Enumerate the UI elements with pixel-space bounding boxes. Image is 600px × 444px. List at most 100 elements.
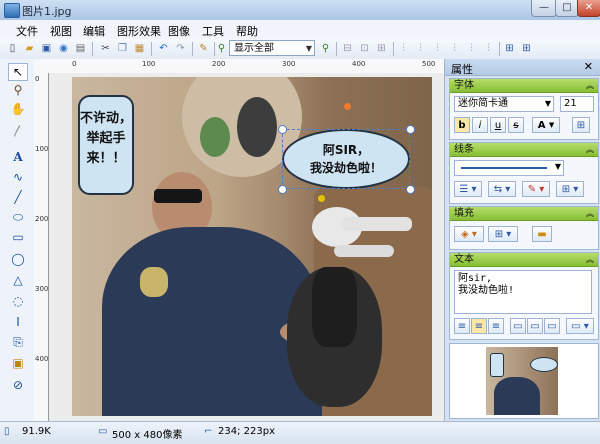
close-button[interactable]: ✕ [577, 0, 600, 17]
valign-top-button[interactable]: ▭ [510, 318, 526, 334]
toolbar-separator [499, 42, 500, 56]
fill-color-button[interactable]: ◈ ▾ [454, 226, 484, 242]
tail-handle[interactable] [318, 195, 325, 202]
magnifier-icon[interactable]: ⚲ [9, 82, 27, 98]
properties-panel: 属性 ✕ 字体 ︽ 迷你简卡通 ▼ 21 b i u s A ▼ ⊞ 线条 ︽ ▼ ☰… [444, 59, 600, 421]
align-left-icon[interactable]: ⫶ [396, 41, 411, 56]
menu-image[interactable]: 图像 [168, 23, 190, 39]
bold-button[interactable]: b [454, 117, 470, 133]
background-person [237, 97, 277, 157]
valign-middle-button[interactable]: ▭ [527, 318, 543, 334]
print-icon[interactable]: ▤ [73, 41, 88, 56]
paste-icon[interactable]: ▦ [132, 41, 147, 56]
menu-tools[interactable]: 工具 [202, 23, 224, 39]
brush-icon[interactable]: 〳 [9, 122, 27, 138]
align-center-text-button[interactable]: ≡ [471, 318, 487, 334]
eraser-icon[interactable]: ⊘ [9, 377, 27, 393]
title-bar: 图片1.jpg — □ ✕ [0, 0, 600, 21]
align-center-icon[interactable]: ⫶ [413, 41, 428, 56]
select-arrow-icon[interactable]: ↖ [8, 63, 28, 81]
layout-icon[interactable]: ⊞ [519, 41, 534, 56]
crop-icon[interactable]: ⊟ [340, 41, 355, 56]
menu-edit[interactable]: 编辑 [83, 23, 105, 39]
cut-icon[interactable]: ✂ [98, 41, 113, 56]
line-tool-icon[interactable]: ╱ [9, 189, 27, 205]
maximize-button[interactable]: □ [555, 0, 579, 17]
redo-icon[interactable]: ↷ [173, 41, 188, 56]
align-middle-icon[interactable]: ⫶ [464, 41, 479, 56]
align-top-icon[interactable]: ⫶ [447, 41, 462, 56]
chevron-up-icon[interactable]: ︽ [586, 79, 594, 92]
fill-pattern-button[interactable]: ⊞ ▾ [488, 226, 518, 242]
menu-file[interactable]: 文件 [16, 23, 38, 39]
rotate-icon[interactable]: ⊞ [374, 41, 389, 56]
align-right-text-button[interactable]: ≡ [488, 318, 504, 334]
ruler-label: 400 [352, 60, 366, 68]
valign-bottom-button[interactable]: ▭ [544, 318, 560, 334]
speech-bubble-left[interactable]: 不许动， 举起手 来！！ [78, 95, 134, 195]
text-layout-icon[interactable]: ⊞ [572, 117, 590, 133]
ruler-label: 200 [212, 60, 226, 68]
copy-icon[interactable]: ❐ [115, 41, 130, 56]
line-weight-button[interactable]: ☰ ▾ [454, 181, 482, 197]
italic-button[interactable]: i [472, 117, 488, 133]
freehand-line-icon[interactable]: ∿ [9, 169, 27, 185]
new-file-icon[interactable]: ▯ [5, 41, 20, 56]
triangle-tool-icon[interactable]: △ [9, 272, 27, 288]
callout-tool-icon[interactable]: ⬭ [9, 209, 27, 225]
photo: 不许动， 举起手 来！！ 阿SIR， 我没劫色啦！ [72, 77, 432, 416]
ellipse-tool-icon[interactable]: ◯ [9, 251, 27, 267]
text-options-button[interactable]: ▭ ▾ [566, 318, 594, 334]
rectangle-tool-icon[interactable]: ▭ [9, 229, 27, 245]
line-dash-button[interactable]: ⇆ ▾ [488, 181, 516, 197]
preview-thumbnail [486, 347, 558, 415]
panel-close-icon[interactable]: ✕ [584, 60, 593, 73]
badge-patch [140, 267, 168, 297]
align-left-text-button[interactable]: ≡ [454, 318, 470, 334]
open-folder-icon[interactable]: ▰ [22, 41, 37, 56]
text-content-area[interactable]: 阿sir, 我没劫色啦! [454, 270, 592, 314]
resize-icon[interactable]: ⊡ [357, 41, 372, 56]
zoom-out-icon[interactable]: ⚲ [214, 41, 229, 56]
resize-handle[interactable] [278, 125, 287, 134]
edit-image-icon[interactable]: ✎ [196, 41, 211, 56]
line-style-select[interactable]: ▼ [454, 160, 564, 176]
underline-button[interactable]: u [490, 117, 506, 133]
undo-icon[interactable]: ↶ [156, 41, 171, 56]
text-box-tool-icon[interactable]: I [9, 314, 27, 330]
menu-effects[interactable]: 图形效果 [117, 23, 161, 39]
save-icon[interactable]: ▣ [39, 41, 54, 56]
text-tool-icon[interactable]: A [9, 149, 27, 165]
speech-bubble-tool-icon[interactable]: ◌ [9, 293, 27, 309]
font-family-select[interactable]: 迷你简卡通 ▼ [454, 96, 554, 112]
resize-handle[interactable] [406, 185, 415, 194]
chevron-up-icon[interactable]: ︽ [586, 253, 594, 266]
canvas-area[interactable]: 不许动， 举起手 来！！ 阿SIR， 我没劫色啦！ [49, 73, 444, 421]
font-size-input[interactable]: 21 [560, 96, 594, 112]
chevron-up-icon[interactable]: ︽ [586, 207, 594, 220]
image-insert-icon[interactable]: ▣ [9, 355, 27, 371]
zoom-select[interactable]: 显示全部 ▼ [229, 40, 315, 56]
zoom-in-icon[interactable]: ⚲ [318, 41, 333, 56]
line-arrow-button[interactable]: ⊞ ▾ [556, 181, 584, 197]
chevron-down-icon: ▼ [305, 44, 312, 53]
minimize-button[interactable]: — [531, 0, 557, 17]
web-icon[interactable]: ◉ [56, 41, 71, 56]
font-color-button[interactable]: A ▼ [532, 117, 560, 133]
menu-help[interactable]: 帮助 [236, 23, 258, 39]
menu-view[interactable]: 视图 [50, 23, 72, 39]
link-tool-icon[interactable]: ⎘ [9, 334, 27, 350]
chevron-up-icon[interactable]: ︽ [586, 143, 594, 156]
resize-handle[interactable] [406, 125, 415, 134]
cursor-position-icon: ⌐ [204, 426, 213, 437]
resize-handle[interactable] [278, 185, 287, 194]
strikethrough-button[interactable]: s [508, 117, 524, 133]
fill-image-button[interactable]: ▬ [532, 226, 552, 242]
hand-icon[interactable]: ✋ [9, 101, 27, 117]
grid-icon[interactable]: ⊞ [502, 41, 517, 56]
align-right-icon[interactable]: ⫶ [430, 41, 445, 56]
rotate-handle[interactable] [344, 103, 351, 110]
align-bottom-icon[interactable]: ⫶ [481, 41, 496, 56]
section-title: 线条 [454, 144, 474, 155]
line-color-button[interactable]: ✎ ▾ [522, 181, 550, 197]
